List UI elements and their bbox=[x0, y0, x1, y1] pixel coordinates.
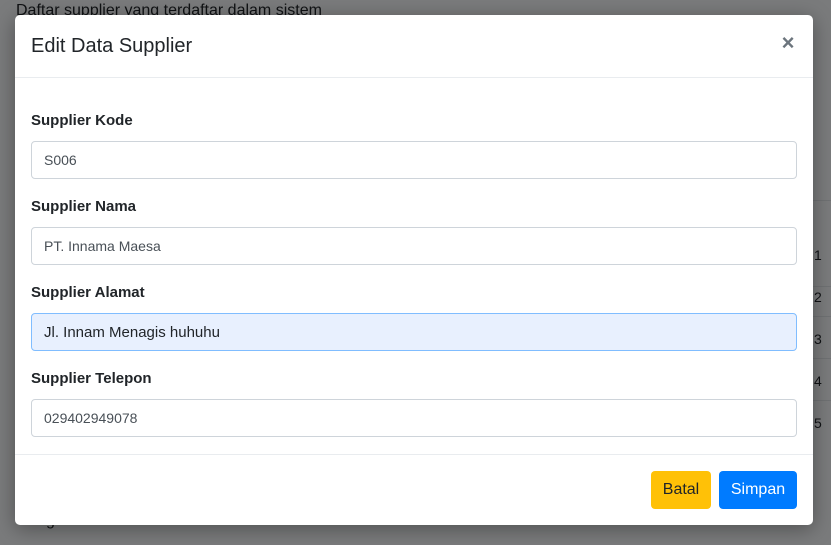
supplier-kode-label: Supplier Kode bbox=[31, 112, 133, 129]
supplier-kode-input[interactable] bbox=[31, 141, 797, 179]
supplier-nama-input[interactable] bbox=[31, 227, 797, 265]
modal-body: Supplier Kode Supplier Nama Supplier Ala… bbox=[15, 78, 813, 454]
modal-title: Edit Data Supplier bbox=[31, 35, 193, 57]
close-icon[interactable]: × bbox=[777, 31, 799, 55]
modal-header: Edit Data Supplier × bbox=[15, 15, 813, 78]
supplier-nama-label: Supplier Nama bbox=[31, 198, 137, 215]
supplier-telepon-input[interactable] bbox=[31, 399, 797, 437]
supplier-telepon-label: Supplier Telepon bbox=[31, 370, 152, 387]
supplier-alamat-input[interactable] bbox=[31, 313, 797, 351]
save-button[interactable]: Simpan bbox=[719, 471, 797, 509]
edit-supplier-modal: Edit Data Supplier × Supplier Kode Suppl… bbox=[15, 15, 813, 525]
modal-footer: Batal Simpan bbox=[15, 454, 813, 525]
supplier-alamat-label: Supplier Alamat bbox=[31, 284, 145, 301]
cancel-button[interactable]: Batal bbox=[651, 471, 711, 509]
